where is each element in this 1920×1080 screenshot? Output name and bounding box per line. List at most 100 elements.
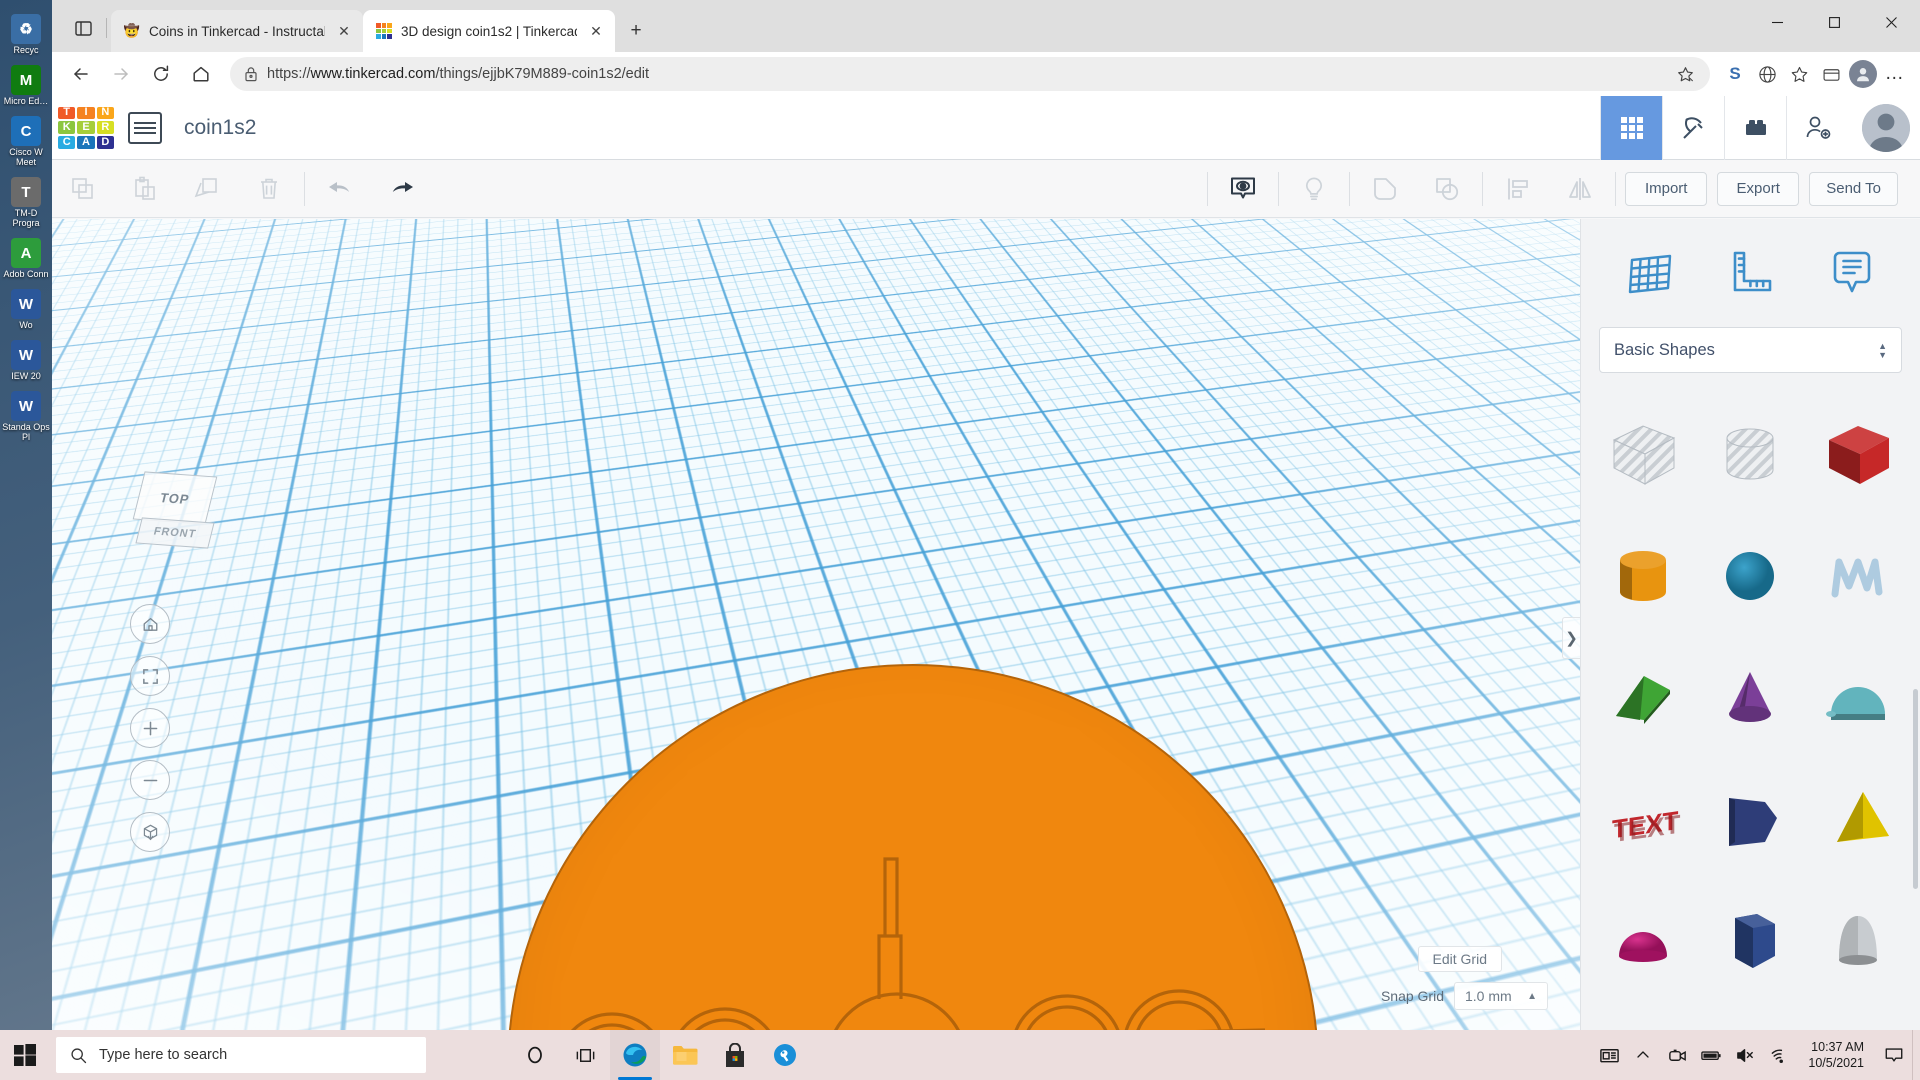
undo-icon[interactable] (309, 160, 371, 218)
user-avatar[interactable] (1862, 104, 1910, 152)
3d-viewport[interactable]: TOP FRONT (52, 219, 1580, 1030)
show-hidden-icons-icon[interactable] (1626, 1030, 1660, 1080)
box-shape[interactable] (1804, 393, 1912, 515)
perspective-toggle-button[interactable] (130, 812, 170, 852)
zoom-in-button[interactable] (130, 708, 170, 748)
settings-more-icon[interactable]: … (1880, 59, 1910, 89)
view-orientation-cube[interactable]: TOP FRONT (130, 474, 222, 560)
search-input[interactable]: Type here to search (56, 1037, 426, 1073)
fit-to-view-button[interactable] (130, 656, 170, 696)
collapse-panel-button[interactable]: ❯ (1562, 617, 1580, 659)
taskbar-microsoft-store-icon[interactable] (710, 1030, 760, 1080)
news-weather-icon[interactable] (1592, 1030, 1626, 1080)
desktop-icon-word-document-standard-ops[interactable]: WStanda Ops Pl (0, 391, 52, 442)
browser-tab-2[interactable]: 3D design coin1s2 | Tinkercad✕ (363, 10, 615, 52)
network-wifi-icon[interactable] (1762, 1030, 1796, 1080)
view-cube-top-face[interactable]: TOP (133, 471, 218, 524)
align-icon[interactable] (1487, 160, 1549, 218)
minimize-button[interactable] (1749, 0, 1806, 44)
ungroup-icon[interactable] (1416, 160, 1478, 218)
split-screen-icon[interactable]: S (1720, 59, 1750, 89)
coin-3d-model[interactable] (507, 664, 1319, 1030)
duplicate-icon[interactable] (176, 160, 238, 218)
note-icon[interactable] (1821, 242, 1883, 304)
battery-icon[interactable] (1694, 1030, 1728, 1080)
desktop-icon-adobe-connect[interactable]: AAdob Conn (0, 238, 52, 279)
delete-trash-icon[interactable] (238, 160, 300, 218)
codeblocks-pickaxe-icon[interactable] (1662, 96, 1724, 160)
forward-icon[interactable] (102, 55, 140, 93)
panel-scrollbar[interactable] (1913, 689, 1918, 889)
maximize-button[interactable] (1806, 0, 1863, 44)
light-bulb-icon[interactable] (1283, 160, 1345, 218)
browser-essentials-icon[interactable] (1816, 59, 1846, 89)
desktop-icon-word-document-wo[interactable]: WWo (0, 289, 52, 330)
tab-close-icon[interactable]: ✕ (333, 20, 355, 42)
taskbar-cortana-icon[interactable] (510, 1030, 560, 1080)
volume-muted-icon[interactable] (1728, 1030, 1762, 1080)
project-menu-icon[interactable] (128, 112, 162, 144)
show-desktop-button[interactable] (1912, 1030, 1920, 1080)
ruler-icon[interactable] (1720, 242, 1782, 304)
view-cube-front-face[interactable]: FRONT (135, 517, 214, 548)
shape-category-select[interactable]: Basic Shapes ▲▼ (1599, 327, 1902, 373)
paste-icon[interactable] (114, 160, 176, 218)
refresh-icon[interactable] (142, 55, 180, 93)
paraboloid-shape[interactable] (1804, 881, 1912, 1003)
desktop-icon-word-document-iew[interactable]: WIEW 20 (0, 340, 52, 381)
windows-start-icon[interactable] (0, 1030, 50, 1080)
polygon-shape[interactable] (1697, 759, 1805, 881)
tube-shape[interactable] (1804, 637, 1912, 759)
profile-icon[interactable] (1848, 59, 1878, 89)
cylinder-shape[interactable] (1589, 515, 1697, 637)
snap-grid-select[interactable]: 1.0 mm ▲ (1454, 982, 1548, 1010)
half-sphere-shape[interactable] (1589, 881, 1697, 1003)
address-input[interactable]: https://www.tinkercad.com/things/ejjbK79… (230, 57, 1710, 91)
redo-icon[interactable] (371, 160, 433, 218)
favorite-star-icon[interactable] (1670, 59, 1700, 89)
back-icon[interactable] (62, 55, 100, 93)
clock[interactable]: 10:37 AM 10/5/2021 (1796, 1030, 1876, 1080)
send-to-button[interactable]: Send To (1809, 172, 1898, 206)
tab-preview-icon[interactable] (66, 11, 100, 45)
desktop-icon-recycle-bin[interactable]: ♻Recyc (0, 14, 52, 55)
invite-person-icon[interactable] (1786, 96, 1848, 160)
scribble-shape[interactable] (1804, 515, 1912, 637)
group-icon[interactable] (1354, 160, 1416, 218)
tab-close-icon[interactable]: ✕ (585, 20, 607, 42)
hole-box-shape[interactable] (1589, 393, 1697, 515)
collections-icon[interactable] (1752, 59, 1782, 89)
close-window-button[interactable] (1863, 0, 1920, 44)
desktop-icon-minecraft-education[interactable]: MMicro Ed… (0, 65, 52, 106)
show-hide-eye-icon[interactable] (1212, 160, 1274, 218)
cone-shape[interactable] (1697, 637, 1805, 759)
tinkercad-logo[interactable]: TINKERCAD (58, 107, 114, 149)
sphere-shape[interactable] (1697, 515, 1805, 637)
roof-shape[interactable] (1589, 637, 1697, 759)
favorites-bar-icon[interactable] (1784, 59, 1814, 89)
taskbar-file-explorer-icon[interactable] (660, 1030, 710, 1080)
taskbar-task-view-icon[interactable] (560, 1030, 610, 1080)
copy-icon[interactable] (52, 160, 114, 218)
workplane-icon[interactable] (1619, 242, 1681, 304)
pyramid-shape[interactable] (1804, 759, 1912, 881)
mirror-icon[interactable] (1549, 160, 1611, 218)
desktop-icon-cisco-webex-meetings[interactable]: CCisco W Meet (0, 116, 52, 167)
text-shape[interactable]: TEXTTEXT (1589, 759, 1697, 881)
import-button[interactable]: Import (1625, 172, 1707, 206)
taskbar-microsoft-edge-icon[interactable] (610, 1030, 660, 1080)
export-button[interactable]: Export (1717, 172, 1799, 206)
browser-tab-1[interactable]: 🤠Coins in Tinkercad - Instructables✕ (111, 10, 363, 52)
blocks-brick-icon[interactable] (1724, 96, 1786, 160)
camera-icon[interactable] (1660, 1030, 1694, 1080)
home-view-button[interactable] (130, 604, 170, 644)
notification-center-icon[interactable] (1876, 1030, 1912, 1080)
desktop-icon-tm-d-programmer[interactable]: TTM-D Progra (0, 177, 52, 228)
zoom-out-button[interactable] (130, 760, 170, 800)
taskbar-edge-dev-icon[interactable] (760, 1030, 810, 1080)
hole-cylinder-shape[interactable] (1697, 393, 1805, 515)
hexagon-prism-shape[interactable] (1697, 881, 1805, 1003)
new-tab-button[interactable]: + (621, 16, 651, 46)
grid-view-icon[interactable] (1600, 96, 1662, 160)
home-icon[interactable] (182, 55, 220, 93)
